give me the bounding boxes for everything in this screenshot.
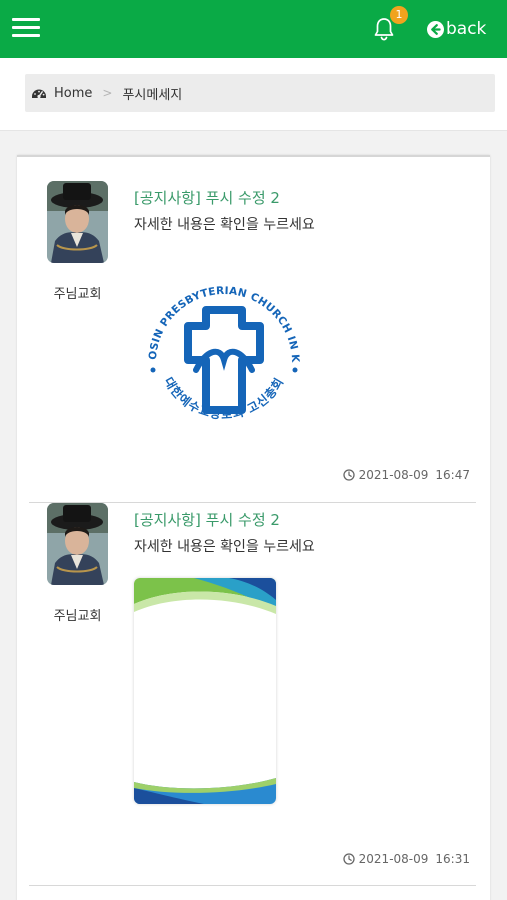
list-item[interactable]: 주님교회 [공지사항] 푸시 수정 2 자세한 내용은 확인을 누르세요 202… — [29, 503, 476, 886]
breadcrumb-section: Home > 푸시메세지 — [0, 58, 507, 131]
list-item[interactable]: 주님교회 [공지사항] 푸시 수정 2 자세한 내용은 확인을 누르세요 THE… — [29, 181, 476, 503]
message-date: 2021-08-09 — [358, 468, 429, 482]
back-button[interactable]: back — [427, 17, 486, 41]
avatar — [47, 503, 108, 585]
church-seal-logo[interactable]: THE KOSIN PRESBYTERIAN CHURCH IN KOREA 대… — [134, 262, 314, 442]
clock-icon — [343, 853, 355, 865]
message-title[interactable]: [공지사항] 푸시 수정 2 — [134, 187, 280, 208]
message-body: 자세한 내용은 확인을 누르세요 — [134, 539, 315, 555]
breadcrumb-current: 푸시메세지 — [122, 87, 183, 103]
avatar — [47, 181, 108, 263]
sender-name: 주님교회 — [53, 609, 102, 624]
back-label: back — [446, 19, 487, 39]
message-timestamp: 2021-08-09 16:31 — [343, 852, 470, 866]
sender-name: 주님교회 — [53, 287, 102, 302]
notification-badge: 1 — [390, 6, 408, 24]
card-image[interactable] — [134, 578, 276, 804]
message-title[interactable]: [공지사항] 푸시 수정 2 — [134, 509, 280, 530]
dashboard-icon — [32, 89, 46, 99]
top-app-bar: 1 back — [0, 0, 507, 58]
message-time: 16:47 — [435, 468, 470, 482]
breadcrumb-home[interactable]: Home — [54, 86, 92, 101]
message-body: 자세한 내용은 확인을 누르세요 — [134, 217, 315, 233]
clock-icon — [343, 469, 355, 481]
message-timestamp: 2021-08-09 16:47 — [343, 468, 470, 482]
breadcrumb: Home > 푸시메세지 — [25, 74, 495, 112]
breadcrumb-separator: > — [102, 86, 113, 100]
menu-icon[interactable] — [12, 18, 40, 38]
message-time: 16:31 — [435, 852, 470, 866]
push-message-list: 주님교회 [공지사항] 푸시 수정 2 자세한 내용은 확인을 누르세요 THE… — [17, 155, 490, 900]
message-date: 2021-08-09 — [358, 852, 429, 866]
back-arrow-icon — [427, 20, 444, 38]
